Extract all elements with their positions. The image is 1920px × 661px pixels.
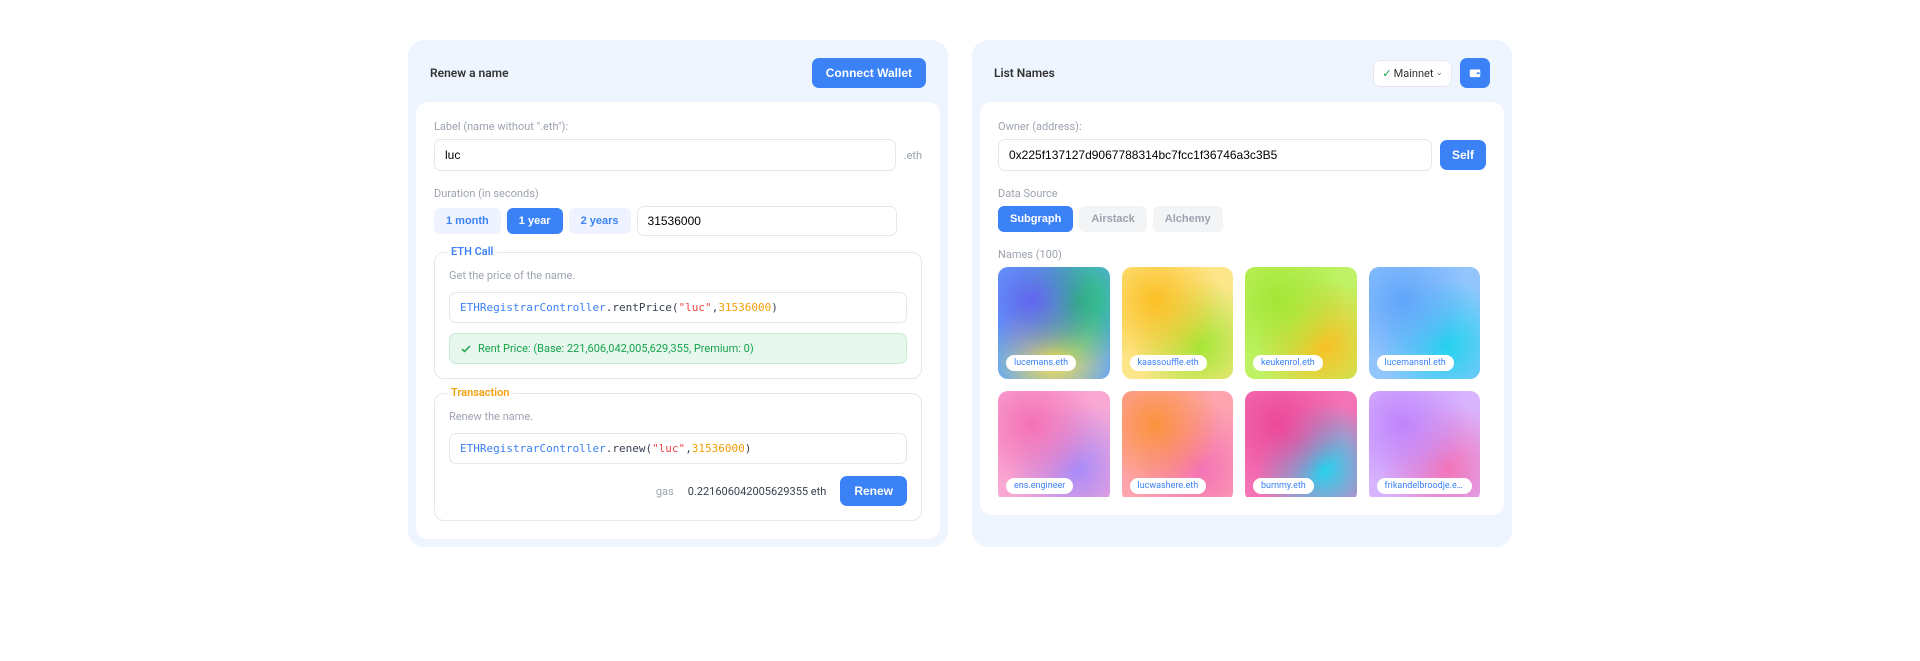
tx-code: ETHRegistrarController.renew("luc", 3153… [449, 433, 907, 464]
wallet-icon [1468, 66, 1482, 80]
owner-section: Owner (address): Self [998, 120, 1486, 171]
owner-input[interactable] [998, 139, 1432, 171]
datasource-section: Data Source SubgraphAirstack Alchemy [998, 187, 1486, 232]
name-tile[interactable]: burnmy.eth [1245, 391, 1357, 498]
check-icon: ✓ [1382, 67, 1391, 80]
name-tile[interactable]: lucemans.eth [998, 267, 1110, 379]
name-chip: burnmy.eth [1253, 478, 1314, 494]
name-tile[interactable]: lucwashere.eth [1122, 391, 1234, 498]
eth-call-title: ETH Call [447, 245, 497, 258]
owner-label: Owner (address): [998, 120, 1486, 133]
duration-preset[interactable]: 1 year [507, 208, 563, 234]
self-button[interactable]: Self [1440, 140, 1486, 170]
tx-footer: gas 0.221606042005629355 eth Renew [449, 476, 907, 506]
label-suffix: .eth [904, 149, 922, 162]
renew-button[interactable]: Renew [840, 476, 907, 506]
name-chip: lucemans.eth [1006, 355, 1076, 371]
name-chip: lucwashere.eth [1130, 478, 1207, 494]
duration-section: Duration (in seconds) 1 month1 year2 yea… [434, 187, 922, 236]
duration-label: Duration (in seconds) [434, 187, 922, 200]
datasource-option[interactable]: Airstack [1079, 206, 1146, 232]
list-body: Owner (address): Self Data Source Subgra… [980, 102, 1504, 515]
tx-sub: Renew the name. [449, 410, 907, 423]
duration-preset[interactable]: 2 years [569, 208, 631, 234]
network-select[interactable]: ✓Mainnet ⌄ [1373, 60, 1452, 87]
check-icon [460, 343, 472, 355]
renew-card: Renew a name Connect Wallet Label (name … [408, 40, 948, 547]
gas-value: 0.221606042005629355 eth [688, 485, 827, 498]
gas-label: gas [656, 485, 674, 498]
renew-title: Renew a name [430, 66, 509, 80]
name-chip: kaassouffle.eth [1130, 355, 1207, 371]
eth-call-panel: ETH Call Get the price of the name. ETHR… [434, 252, 922, 379]
datasource-label: Data Source [998, 187, 1486, 200]
names-grid[interactable]: lucemans.eth kaassouffle.eth keukenrol.eth… [998, 267, 1486, 497]
name-tile[interactable]: lucemansnl.eth [1369, 267, 1481, 379]
name-tile[interactable]: ens.engineer [998, 391, 1110, 498]
label-input[interactable] [434, 139, 896, 171]
tx-title: Transaction [447, 386, 513, 399]
label-field-label: Label (name without ".eth"): [434, 120, 922, 133]
eth-call-code: ETHRegistrarController.rentPrice("luc", … [449, 292, 907, 323]
list-card: List Names ✓Mainnet ⌄ Owner (address): S… [972, 40, 1512, 547]
name-chip: ens.engineer [1006, 478, 1073, 494]
renew-header: Renew a name Connect Wallet [416, 48, 940, 102]
label-section: Label (name without ".eth"): .eth [434, 120, 922, 171]
transaction-panel: Transaction Renew the name. ETHRegistrar… [434, 393, 922, 521]
list-header: List Names ✓Mainnet ⌄ [980, 48, 1504, 102]
name-chip: frikandelbroodje.eth [1377, 478, 1473, 494]
name-tile[interactable]: kaassouffle.eth [1122, 267, 1234, 379]
name-chip: lucemansnl.eth [1377, 355, 1454, 371]
duration-input[interactable] [637, 206, 897, 236]
name-tile[interactable]: keukenrol.eth [1245, 267, 1357, 379]
name-chip: keukenrol.eth [1253, 355, 1323, 371]
chevron-down-icon: ⌄ [1435, 68, 1443, 78]
eth-call-result: Rent Price: (Base: 221,606,042,005,629,3… [449, 333, 907, 364]
list-title: List Names [994, 66, 1055, 80]
connect-wallet-button[interactable]: Connect Wallet [812, 58, 926, 88]
duration-preset[interactable]: 1 month [434, 208, 501, 234]
eth-call-sub: Get the price of the name. [449, 269, 907, 282]
wallet-button[interactable] [1460, 58, 1490, 88]
renew-body: Label (name without ".eth"): .eth Durati… [416, 102, 940, 539]
datasource-option[interactable]: Alchemy [1153, 206, 1223, 232]
datasource-option[interactable]: Subgraph [998, 206, 1073, 232]
names-count: Names (100) [998, 248, 1486, 261]
name-tile[interactable]: frikandelbroodje.eth [1369, 391, 1481, 498]
